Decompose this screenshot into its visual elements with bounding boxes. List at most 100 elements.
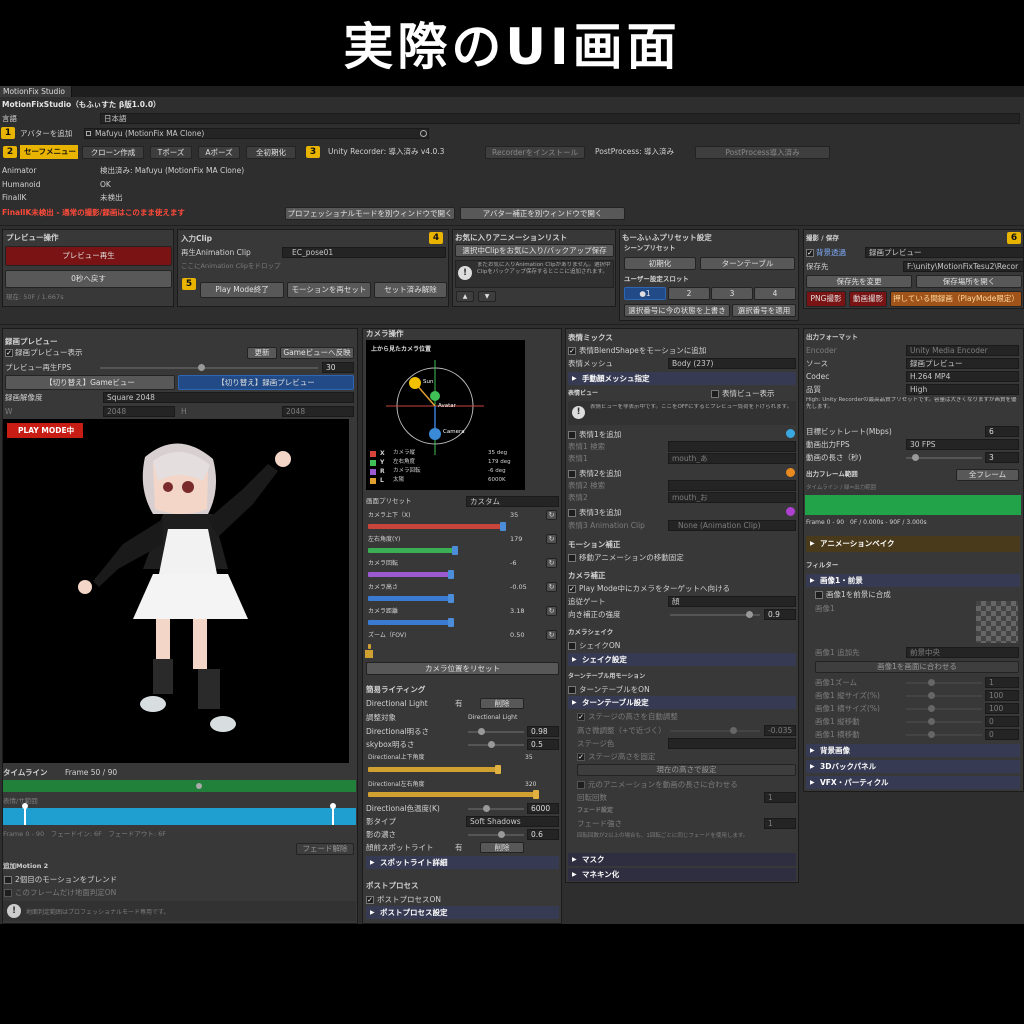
hold-record-button[interactable]: 押している間録画（PlayMode限定）	[890, 291, 1022, 307]
sky-value[interactable]: 0.5	[527, 739, 559, 750]
slider-knob[interactable]	[928, 731, 935, 738]
sky-slider[interactable]	[468, 741, 524, 748]
rec-preview-show-checkbox[interactable]: ✓	[5, 349, 13, 357]
stage-fix-checkbox[interactable]: ✓	[577, 753, 585, 761]
e1-color[interactable]	[786, 429, 795, 438]
encoder-select[interactable]: Unity Media Encoder	[906, 345, 1019, 356]
timeline-bar[interactable]	[3, 780, 356, 792]
object-picker-icon[interactable]	[420, 130, 427, 137]
img1-merge-checkbox[interactable]	[815, 591, 823, 599]
img-adjust-slider[interactable]	[906, 679, 982, 686]
vfx-foldout[interactable]: VFX・パーティクル	[806, 776, 1020, 789]
mesh-select[interactable]: Body (237)	[668, 358, 796, 369]
video-len-slider[interactable]	[906, 454, 982, 461]
clone-button[interactable]: クローン作成	[82, 146, 144, 159]
rotation-value[interactable]: 1	[764, 792, 796, 803]
img-adjust-slider[interactable]	[906, 718, 982, 725]
post-settings-foldout[interactable]: ポストプロセス設定	[366, 906, 559, 919]
camera-slider-bar[interactable]	[368, 618, 454, 627]
slider-knob[interactable]	[452, 546, 458, 555]
preset-init-button[interactable]: 初期化	[624, 257, 696, 270]
refresh-button[interactable]: 更新	[247, 347, 277, 359]
img-adjust-value[interactable]: 0	[985, 716, 1019, 727]
video-len-value[interactable]: 3	[985, 452, 1019, 463]
move-fix-checkbox[interactable]	[568, 554, 576, 562]
switch-game-button[interactable]: 【切り替え】Gameビュー	[5, 375, 175, 390]
lr-bar[interactable]	[368, 790, 539, 799]
e2-select[interactable]: mouth_お	[668, 492, 796, 503]
camera-slider-bar[interactable]	[368, 644, 371, 649]
slot-3-button[interactable]: 3	[711, 287, 753, 300]
stage-auto-checkbox[interactable]: ✓	[577, 713, 585, 721]
camera-slider-bar[interactable]	[368, 594, 454, 603]
turntable-foldout[interactable]: ターンテーブル設定	[568, 696, 796, 709]
zero-seconds-button[interactable]: 0秒へ戻す	[5, 270, 172, 288]
postprocess-install-button[interactable]: PostProcess導入済み	[695, 146, 830, 159]
recorder-install-button[interactable]: Recorderをインストール	[485, 146, 585, 159]
img-adjust-value[interactable]: 0	[985, 729, 1019, 740]
e2-search-field[interactable]	[668, 480, 796, 491]
slider-knob[interactable]	[448, 618, 454, 627]
bitrate-value[interactable]: 6	[985, 426, 1019, 437]
shadow-select[interactable]: Soft Shadows	[466, 816, 559, 827]
e3-checkbox[interactable]	[568, 509, 576, 517]
slider-knob[interactable]	[912, 454, 919, 461]
timeline-knob[interactable]	[196, 783, 202, 789]
preview-fps-slider[interactable]	[100, 364, 318, 371]
img-adjust-slider[interactable]	[906, 731, 982, 738]
favorite-save-button[interactable]: 選択中Clipをお気に入り/バックアップ保存	[455, 244, 614, 257]
apply-slot-button[interactable]: 選択番号を適用	[732, 304, 796, 317]
open-dir-button[interactable]: 保存場所を開く	[916, 275, 1022, 288]
ud-bar[interactable]	[368, 765, 501, 774]
preset-turntable-button[interactable]: ターンテーブル	[700, 257, 795, 270]
strength-value[interactable]: 0.9	[764, 609, 796, 620]
pro-mode-button[interactable]: プロフェッショナルモードを別ウィンドウで開く	[285, 207, 455, 220]
video-fps-select[interactable]: 30 FPS	[906, 439, 1019, 450]
preview-viewport[interactable]	[3, 419, 349, 763]
spot-delete-button[interactable]: 削除	[480, 842, 524, 853]
e1-checkbox[interactable]	[568, 431, 576, 439]
dl-delete-button[interactable]: 削除	[480, 698, 524, 709]
preview-fps-value[interactable]: 30	[322, 362, 354, 373]
post-on-checkbox[interactable]: ✓	[366, 896, 374, 904]
bright-slider[interactable]	[468, 728, 524, 735]
resolution-select[interactable]: Square 2048	[103, 392, 354, 403]
reset-motion-button[interactable]: モーションを再セット	[287, 282, 371, 298]
img-adjust-value[interactable]: 100	[985, 703, 1019, 714]
codec-select[interactable]: H.264 MP4	[906, 371, 1019, 382]
shake-checkbox[interactable]	[568, 642, 576, 650]
img1-pos-select[interactable]: 前景中央	[906, 647, 1019, 658]
slider-knob[interactable]	[198, 364, 205, 371]
apose-button[interactable]: Aポーズ	[198, 146, 240, 159]
reset-icon[interactable]: ↻	[546, 582, 557, 592]
slider-knob[interactable]	[478, 728, 485, 735]
reset-icon[interactable]: ↻	[546, 558, 557, 568]
e3-color[interactable]	[786, 507, 795, 516]
width-field[interactable]: 2048	[103, 406, 175, 417]
slider-knob[interactable]	[483, 805, 490, 812]
turntable-checkbox[interactable]	[568, 686, 576, 694]
slider-knob[interactable]	[488, 741, 495, 748]
init-button[interactable]: 全初期化	[246, 146, 296, 159]
change-dir-button[interactable]: 保存先を変更	[806, 275, 912, 288]
adjust-len-checkbox[interactable]	[577, 781, 585, 789]
img1-fit-button[interactable]: 画像1を画面に合わせる	[815, 661, 1019, 673]
current-height-button[interactable]: 現在の高さで設定	[577, 764, 796, 776]
bg-source-select[interactable]: 録画プレビュー	[865, 247, 1024, 258]
expr-preview-checkbox[interactable]	[711, 390, 719, 398]
spot-detail-foldout[interactable]: スポットライト詳細	[366, 856, 559, 869]
slider-knob[interactable]	[500, 522, 506, 531]
blend-checkbox[interactable]	[4, 876, 12, 884]
height-adjust-slider[interactable]	[670, 727, 760, 734]
bg-image-foldout[interactable]: 背景画像	[806, 744, 1020, 757]
slider-knob[interactable]	[928, 679, 935, 686]
avatar-field[interactable]: Mafuyu (MotionFix MA Clone)	[84, 128, 429, 139]
down-button[interactable]: ▼	[478, 291, 496, 302]
release-set-button[interactable]: セット済み解除	[374, 282, 447, 298]
screen-preset-select[interactable]: カスタム	[466, 496, 559, 507]
strength-slider[interactable]	[670, 611, 760, 618]
range-bar[interactable]	[3, 808, 356, 825]
camera-slider-bar[interactable]	[368, 570, 454, 579]
reset-icon[interactable]: ↻	[546, 534, 557, 544]
height-adjust-value[interactable]: -0.035	[764, 725, 796, 736]
